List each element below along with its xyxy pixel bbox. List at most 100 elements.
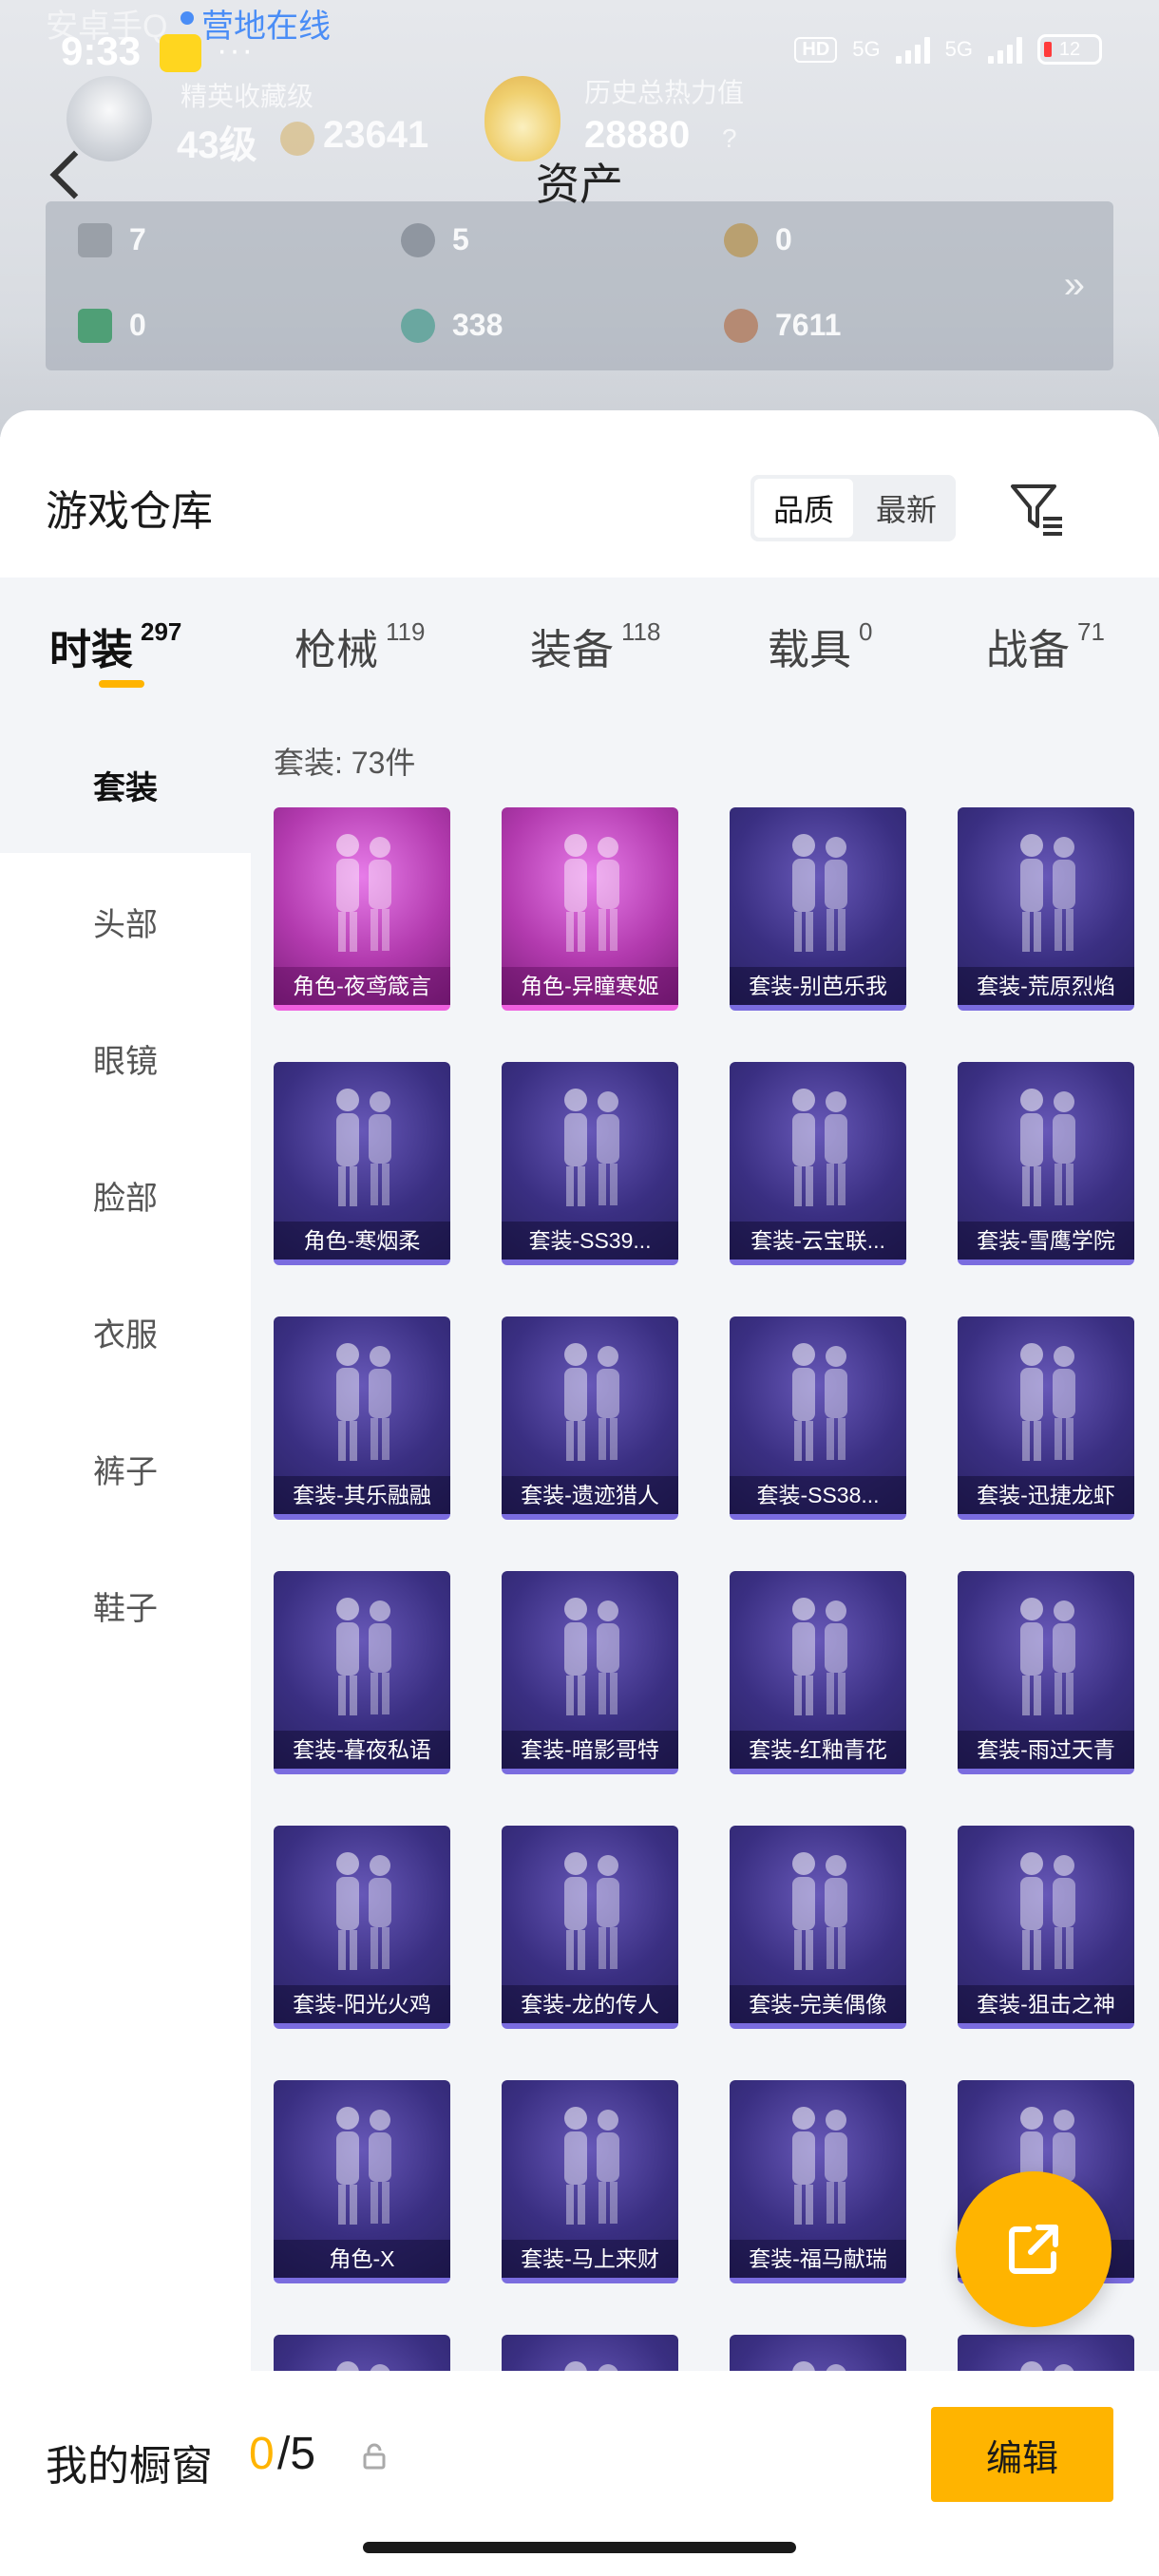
home-indicator[interactable] xyxy=(363,2542,796,2553)
item-card[interactable]: 套装-其乐融融 xyxy=(274,1316,450,1520)
item-card-label: 套装-完美偶像 xyxy=(730,1985,906,2023)
online-dot-icon xyxy=(180,11,194,25)
item-card[interactable]: 角色-异瞳寒姬 xyxy=(502,807,678,1011)
item-card[interactable]: 角色-X xyxy=(274,2080,450,2283)
sort-latest-button[interactable]: 最新 xyxy=(857,475,956,541)
outfit-figure-icon xyxy=(502,1062,678,1223)
item-card-label: 角色-寒烟柔 xyxy=(274,1222,450,1260)
item-card[interactable]: 套装-荒原烈焰 xyxy=(958,807,1134,1011)
side-item-pants[interactable]: 裤子 xyxy=(0,1400,251,1537)
item-card-label: 套装-阳光火鸡 xyxy=(274,1985,450,2023)
side-item-clothes[interactable]: 衣服 xyxy=(0,1263,251,1400)
tab-equipment[interactable]: 装备 118 xyxy=(530,616,660,676)
item-card-label: 套装-马上来财 xyxy=(502,2240,678,2278)
filter-icon-svg xyxy=(1011,484,1062,536)
asset-panel[interactable]: 7 5 0 0 338 7611 » xyxy=(46,201,1113,370)
warehouse-title: 游戏仓库 xyxy=(46,488,213,535)
asset-value: 7 xyxy=(129,222,146,256)
item-card[interactable]: 套装-马上来财 xyxy=(502,2080,678,2283)
more-notifications-icon: ··· xyxy=(217,32,255,68)
tab-label: 枪械 xyxy=(294,627,378,673)
tab-battle-prep[interactable]: 战备 71 xyxy=(986,616,1105,676)
outfit-figure-icon xyxy=(730,1826,906,1987)
outfit-figure-icon xyxy=(274,2080,450,2242)
outfit-figure-icon xyxy=(502,1571,678,1733)
outfit-figure-icon xyxy=(958,1062,1134,1223)
asset-value: 0 xyxy=(775,222,792,256)
item-card[interactable]: 套装-狙击之神 xyxy=(958,1826,1134,2029)
outfit-figure-icon xyxy=(730,2080,906,2242)
signal-icon-2 xyxy=(988,35,1022,64)
side-item-glasses[interactable]: 眼镜 xyxy=(0,990,251,1127)
share-icon xyxy=(1009,2225,1058,2274)
side-item-suit[interactable]: 套装 xyxy=(0,716,251,853)
item-card-label: 套装-雪鹰学院 xyxy=(958,1222,1134,1260)
item-card[interactable]: 角色-寒烟柔 xyxy=(274,1062,450,1265)
item-card[interactable]: 套装-红釉青花 xyxy=(730,1571,906,1774)
side-item-face[interactable]: 脸部 xyxy=(0,1127,251,1263)
gold-coin-icon xyxy=(724,222,758,257)
item-card[interactable]: 套装-遗迹猎人 xyxy=(502,1316,678,1520)
outfit-figure-icon xyxy=(958,1826,1134,1987)
item-card[interactable]: 套装-阳光火鸡 xyxy=(274,1826,450,2029)
item-card-label: 套装-荒原烈焰 xyxy=(958,967,1134,1005)
item-card[interactable]: 套装-迅捷龙虾 xyxy=(958,1316,1134,1520)
asset-value: 7611 xyxy=(775,308,842,342)
item-card[interactable]: 套装-SS38... xyxy=(730,1316,906,1520)
outfit-figure-icon xyxy=(274,1826,450,1987)
item-card-label: 角色-异瞳寒姬 xyxy=(502,967,678,1005)
item-card[interactable]: 套装-雨过天青 xyxy=(958,1571,1134,1774)
tab-label: 载具 xyxy=(768,627,851,673)
item-card[interactable]: 套装-完美偶像 xyxy=(730,1826,906,2029)
status-bar: 安卓手Q 营地在线 9:33 ··· HD 5G 5G 12 xyxy=(0,0,1159,104)
item-card[interactable]: 套装-暮夜私语 xyxy=(274,1571,450,1774)
outfit-figure-icon xyxy=(274,1571,450,1733)
item-card[interactable]: 套装-龙的传人 xyxy=(502,1826,678,2029)
item-card-label: 套装-龙的传人 xyxy=(502,1985,678,2023)
sort-toggle: 品质 最新 xyxy=(750,475,956,541)
item-card-label: 套装-狙击之神 xyxy=(958,1985,1134,2023)
edit-button[interactable]: 编辑 xyxy=(931,2407,1113,2502)
network-label-2: 5G xyxy=(944,37,973,61)
showcase-max: /5 xyxy=(277,2429,316,2479)
outfit-figure-icon xyxy=(274,807,450,969)
item-card[interactable]: 套装-暗影哥特 xyxy=(502,1571,678,1774)
expand-assets-icon[interactable]: » xyxy=(1064,264,1085,307)
bronze-coin-icon xyxy=(724,308,758,343)
page-title: 资产 xyxy=(536,160,623,209)
lock-icon xyxy=(361,2443,388,2470)
item-card-label: 套装-SS39... xyxy=(502,1222,678,1260)
grid-count: 套装: 73件 xyxy=(274,746,416,780)
side-item-head[interactable]: 头部 xyxy=(0,853,251,990)
tab-fashion[interactable]: 时装 297 xyxy=(49,616,181,676)
tab-vehicles[interactable]: 载具 0 xyxy=(768,616,872,676)
sort-quality-button[interactable]: 品质 xyxy=(754,479,853,538)
item-card-label: 套装-其乐融融 xyxy=(274,1476,450,1514)
item-card-label: 套装-红釉青花 xyxy=(730,1731,906,1769)
item-card[interactable]: 套装-雪鹰学院 xyxy=(958,1062,1134,1265)
item-card-label: 套装-暗影哥特 xyxy=(502,1731,678,1769)
card-icon xyxy=(78,222,112,257)
battery-icon: 12 xyxy=(1037,34,1102,65)
outfit-figure-icon xyxy=(958,807,1134,969)
item-card[interactable]: 套装-SS39... xyxy=(502,1062,678,1265)
category-tabs: 时装 297 枪械 119 装备 118 载具 0 战备 71 xyxy=(0,578,1159,716)
tab-label: 时装 xyxy=(49,627,133,673)
item-card[interactable]: 套装-福马献瑞 xyxy=(730,2080,906,2283)
item-card[interactable]: 套装-别芭乐我 xyxy=(730,807,906,1011)
share-button[interactable] xyxy=(956,2171,1112,2327)
outfit-figure-icon xyxy=(274,1062,450,1223)
hero-header: 安卓手Q 营地在线 9:33 ··· HD 5G 5G 12 精英收藏级 43级… xyxy=(0,0,1159,437)
item-card[interactable]: 套装-云宝联... xyxy=(730,1062,906,1265)
gem-icon xyxy=(401,308,435,343)
outfit-figure-icon xyxy=(730,807,906,969)
side-item-shoes[interactable]: 鞋子 xyxy=(0,1537,251,1674)
signal-icon xyxy=(895,35,930,64)
item-card-label: 套装-别芭乐我 xyxy=(730,967,906,1005)
warehouse-header: 游戏仓库 品质 最新 xyxy=(0,410,1159,578)
tab-weapons[interactable]: 枪械 119 xyxy=(294,616,425,676)
item-card[interactable]: 角色-夜鸢箴言 xyxy=(274,807,450,1011)
filter-icon[interactable] xyxy=(1007,479,1068,540)
hd-icon: HD xyxy=(794,36,838,63)
outfit-figure-icon xyxy=(502,2080,678,2242)
